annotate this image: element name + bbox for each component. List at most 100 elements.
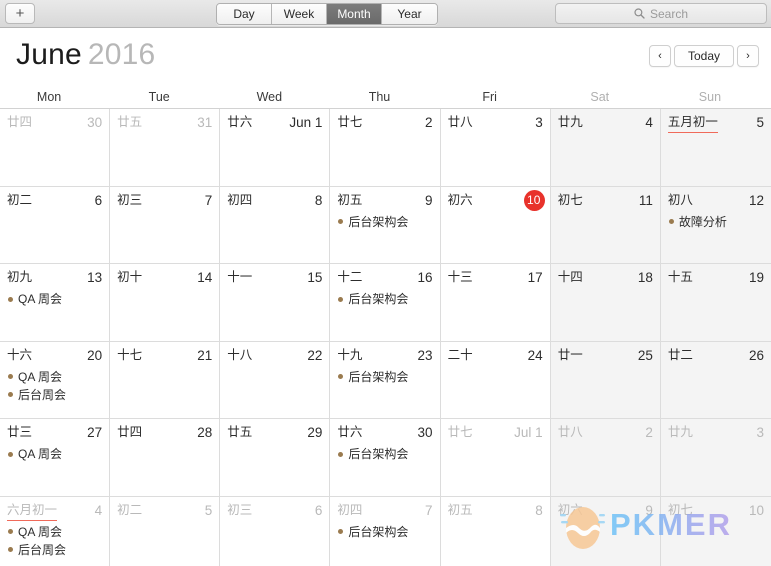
tab-month[interactable]: Month <box>327 4 382 24</box>
lunar-month-marker: 五月初一 <box>668 114 718 133</box>
day-cell[interactable]: 初六9 <box>551 497 661 566</box>
lunar-date-label: 初四 <box>337 502 362 519</box>
day-cell[interactable]: 廿八3 <box>441 109 551 187</box>
day-cell[interactable]: 廿四28 <box>110 419 220 497</box>
day-cell[interactable]: 初四8 <box>220 187 330 265</box>
day-number: 30 <box>418 424 434 441</box>
day-cell[interactable]: 廿四30 <box>0 109 110 187</box>
day-cell-header: 二十24 <box>448 347 544 366</box>
calendar-event[interactable]: 后台周会 <box>7 541 103 559</box>
day-cell[interactable]: 十七21 <box>110 342 220 420</box>
day-cell[interactable]: 廿三27 QA 周会 <box>0 419 110 497</box>
day-cell[interactable]: 初八12 故障分析 <box>661 187 771 265</box>
day-cell[interactable]: 五月初一5 <box>661 109 771 187</box>
day-cell-header: 十四18 <box>558 269 654 288</box>
day-cell-header: 廿八2 <box>558 424 654 443</box>
day-cell[interactable]: 廿七2 <box>330 109 440 187</box>
calendar-event[interactable]: QA 周会 <box>7 290 103 308</box>
day-cell[interactable]: 廿七Jul 1 <box>441 419 551 497</box>
day-number: 25 <box>638 347 654 364</box>
next-month-button[interactable]: › <box>737 45 759 67</box>
calendar-event[interactable]: QA 周会 <box>7 523 103 541</box>
lunar-date-label: 初八 <box>668 192 693 209</box>
event-dot-icon <box>8 547 13 552</box>
day-cell[interactable]: 初九13 QA 周会 <box>0 264 110 342</box>
lunar-date-label: 初十 <box>117 269 142 286</box>
day-cell[interactable]: 廿二26 <box>661 342 771 420</box>
day-cell[interactable]: 十三17 <box>441 264 551 342</box>
day-number: 3 <box>535 114 544 131</box>
day-cell[interactable]: 初二6 <box>0 187 110 265</box>
day-cell[interactable]: 初十14 <box>110 264 220 342</box>
day-cell-header: 十八22 <box>227 347 323 366</box>
day-number: 26 <box>749 347 765 364</box>
day-cell-header: 廿三27 <box>7 424 103 443</box>
day-cell[interactable]: 十九23后台架构会 <box>330 342 440 420</box>
day-cell-header: 初十14 <box>117 269 213 288</box>
day-cell-header: 十七21 <box>117 347 213 366</box>
day-cell[interactable]: 廿一25 <box>551 342 661 420</box>
day-cell[interactable]: 初七11 <box>551 187 661 265</box>
lunar-date-label: 初七 <box>558 192 583 209</box>
day-cell[interactable]: 二十24 <box>441 342 551 420</box>
day-cell[interactable]: 廿五29 <box>220 419 330 497</box>
day-cell[interactable]: 廿六Jun 1 <box>220 109 330 187</box>
calendar-window: + Day Week Month Year Search June2016 ‹ … <box>0 0 771 566</box>
day-number: 19 <box>749 269 765 286</box>
lunar-date-label: 初二 <box>117 502 142 519</box>
day-cell-header: 初九13 <box>7 269 103 288</box>
day-cell[interactable]: 廿六30后台架构会 <box>330 419 440 497</box>
day-cell[interactable]: 廿九3 <box>661 419 771 497</box>
event-title: QA 周会 <box>18 445 62 463</box>
calendar-event[interactable]: 后台周会 <box>7 386 103 404</box>
calendar-event[interactable]: 后台架构会 <box>337 213 433 231</box>
day-cell[interactable]: 十四18 <box>551 264 661 342</box>
day-number: 15 <box>307 269 323 286</box>
view-mode-segmented-control[interactable]: Day Week Month Year <box>216 3 438 25</box>
calendar-event[interactable]: QA 周会 <box>7 368 103 386</box>
day-number: 2 <box>425 114 434 131</box>
calendar-event[interactable]: 后台架构会 <box>337 368 433 386</box>
day-cell[interactable]: 初三6 <box>220 497 330 566</box>
day-cell[interactable]: 十一15 <box>220 264 330 342</box>
previous-month-button[interactable]: ‹ <box>649 45 671 67</box>
day-cell[interactable]: 十五19 <box>661 264 771 342</box>
window-toolbar: + Day Week Month Year Search <box>0 0 771 28</box>
day-number: 30 <box>87 114 103 131</box>
day-cell[interactable]: 初五8 <box>441 497 551 566</box>
tab-day[interactable]: Day <box>217 4 272 24</box>
calendar-event[interactable]: 后台架构会 <box>337 523 433 541</box>
day-cell[interactable]: 初六10 <box>441 187 551 265</box>
search-field[interactable]: Search <box>555 3 767 24</box>
day-cell[interactable]: 初四7后台架构会 <box>330 497 440 566</box>
tab-year[interactable]: Year <box>382 4 437 24</box>
calendar-event[interactable]: 后台架构会 <box>337 290 433 308</box>
day-cell[interactable]: 十六20QA 周会后台周会 <box>0 342 110 420</box>
day-cell[interactable]: 廿五31 <box>110 109 220 187</box>
day-cell[interactable]: 初三7 <box>110 187 220 265</box>
event-dot-icon <box>338 219 343 224</box>
calendar-event[interactable]: 故障分析 <box>668 213 765 231</box>
day-cell[interactable]: 廿九4 <box>551 109 661 187</box>
tab-week[interactable]: Week <box>272 4 327 24</box>
event-dot-icon <box>338 529 343 534</box>
day-cell-header: 初八12 <box>668 192 765 211</box>
today-button[interactable]: Today <box>674 45 734 67</box>
day-cell-header: 廿六Jun 1 <box>227 114 323 133</box>
day-cell[interactable]: 六月初一4QA 周会后台周会 <box>0 497 110 566</box>
lunar-date-label: 初六 <box>558 502 583 519</box>
day-cell[interactable]: 廿八2 <box>551 419 661 497</box>
day-cell[interactable]: 初七10 <box>661 497 771 566</box>
day-cell[interactable]: 初二5 <box>110 497 220 566</box>
day-event-list: 后台架构会 <box>337 445 433 463</box>
calendar-event[interactable]: 后台架构会 <box>337 445 433 463</box>
add-event-button[interactable]: + <box>5 3 35 24</box>
calendar-event[interactable]: QA 周会 <box>7 445 103 463</box>
day-cell[interactable]: 十八22 <box>220 342 330 420</box>
event-dot-icon <box>8 374 13 379</box>
lunar-date-label: 初九 <box>7 269 32 286</box>
day-cell[interactable]: 初五9后台架构会 <box>330 187 440 265</box>
current-month: June <box>16 38 82 71</box>
day-number: 28 <box>197 424 213 441</box>
day-cell[interactable]: 十二16后台架构会 <box>330 264 440 342</box>
